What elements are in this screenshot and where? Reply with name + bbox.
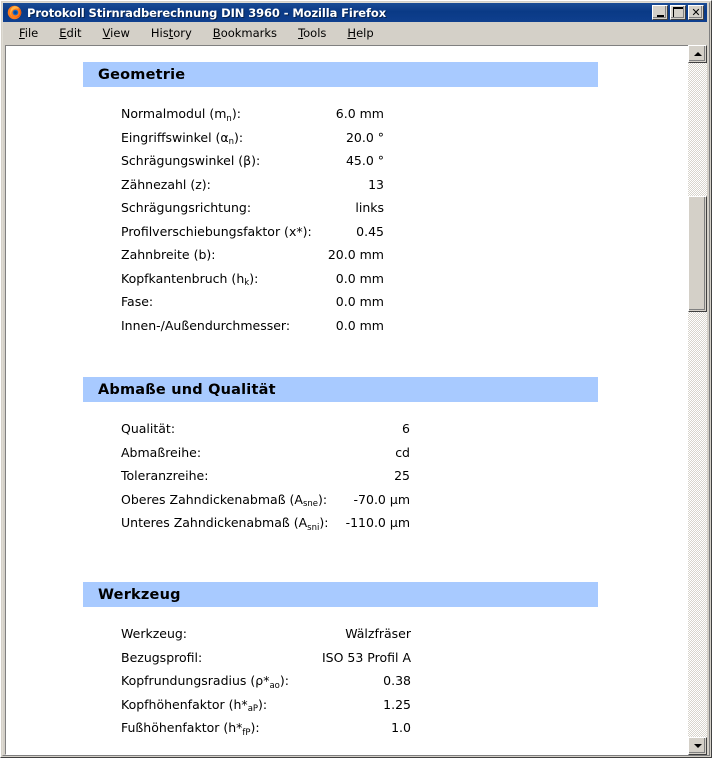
parameter-value: 25 — [394, 468, 410, 483]
section-header-abmasse: Abmaße und Qualität — [83, 377, 598, 402]
window-title: Protokoll Stirnradberechnung DIN 3960 - … — [27, 5, 387, 20]
scrollbar-thumb[interactable] — [688, 196, 707, 312]
parameter-value: 6 — [402, 421, 410, 436]
parameter-row: Normalmodul (mn): 6.0 mm — [6, 106, 688, 130]
parameter-label: Zähnezahl (z): — [121, 176, 211, 192]
parameter-value: 0.0 mm — [335, 294, 384, 309]
parameter-row: Zähnezahl (z): 13 — [6, 177, 688, 201]
parameter-value: 0.45 — [356, 223, 384, 239]
menu-item-file[interactable]: File — [19, 26, 38, 40]
parameter-value: Wälzfräser — [345, 626, 411, 641]
parameter-row: Bezugsprofil: ISO 53 Profil A — [6, 650, 688, 674]
parameter-value: 0.0 mm — [335, 270, 384, 286]
section-rows-werkzeug: Werkzeug: Wälzfräser Bezugsprofil: ISO 53 P… — [6, 626, 688, 744]
minimize-icon — [653, 6, 667, 19]
section-rows-geometrie: Normalmodul (mn): 6.0 mm Eingriffswinkel (… — [6, 106, 688, 341]
parameter-row: Schrägungsrichtung: links — [6, 200, 688, 224]
parameter-label: Kopfhöhenfaktor (h*aP): — [121, 696, 268, 715]
parameter-row: Kopfkantenbruch (hk): 0.0 mm — [6, 271, 688, 295]
parameter-label: Eingriffswinkel (αn): — [121, 129, 244, 148]
parameter-value: 20.0 ° — [345, 129, 384, 145]
parameter-row: Fase: 0.0 mm — [6, 294, 688, 318]
parameter-row: Kopfrundungsradius (ρ*ao): 0.38 — [6, 673, 688, 697]
parameter-row: Kopfhöhenfaktor (h*aP): 1.25 — [6, 697, 688, 721]
parameter-row: Abmaßreihe: cd — [6, 445, 688, 469]
parameter-value: 1.25 — [383, 696, 411, 712]
parameter-value: 45.0 ° — [345, 153, 384, 168]
parameter-label: Fase: — [121, 294, 154, 309]
parameter-value: ISO 53 Profil A — [321, 649, 411, 665]
parameter-row: Oberes Zahndickenabmaß (Asne): -70.0 µm — [6, 492, 688, 516]
parameter-value: 13 — [368, 176, 384, 192]
menu-item-edit[interactable]: Edit — [59, 26, 81, 40]
close-button[interactable]: ✕ — [688, 5, 704, 20]
parameter-value: -110.0 µm — [345, 515, 410, 530]
section-header-werkzeug: Werkzeug — [83, 582, 598, 607]
title-bar[interactable]: Protokoll Stirnradberechnung DIN 3960 - … — [3, 3, 707, 22]
section-rows-abmasse: Qualität: 6 Abmaßreihe: cd Toleranzreihe: 25 O… — [6, 421, 688, 539]
menu-item-history[interactable]: History — [151, 26, 192, 40]
parameter-label: Toleranzreihe: — [121, 468, 209, 483]
parameter-row: Qualität: 6 — [6, 421, 688, 445]
parameter-label: Normalmodul (mn): — [121, 106, 241, 124]
parameter-label: Kopfkantenbruch (hk): — [121, 270, 259, 289]
parameter-row: Werkzeug: Wälzfräser — [6, 626, 688, 650]
vertical-scrollbar[interactable] — [688, 45, 707, 755]
parameter-label: Bezugsprofil: — [121, 649, 203, 665]
report-page: Geometrie Normalmodul (mn): 6.0 mm Eingriff… — [6, 46, 688, 754]
parameter-value: -70.0 µm — [353, 491, 410, 507]
parameter-value: 0.38 — [383, 673, 411, 688]
parameter-row: Zahnbreite (b): 20.0 mm — [6, 247, 688, 271]
browser-window: Protokoll Stirnradberechnung DIN 3960 - … — [0, 0, 712, 758]
menu-bar: File Edit View History Bookmarks Tools Help — [3, 22, 707, 44]
parameter-label: Kopfrundungsradius (ρ*ao): — [121, 673, 289, 691]
menu-item-bookmarks[interactable]: Bookmarks — [213, 26, 277, 40]
maximize-button[interactable] — [670, 5, 686, 20]
scroll-up-button[interactable] — [688, 45, 707, 63]
parameter-value: 20.0 mm — [327, 247, 384, 262]
section-header-geometrie: Geometrie — [83, 62, 598, 87]
scroll-down-button[interactable] — [688, 737, 707, 755]
parameter-row: Fußhöhenfaktor (h*fP): 1.0 — [6, 720, 688, 744]
parameter-label: Schrägungsrichtung: — [121, 200, 252, 215]
parameter-row: Innen-/Außendurchmesser: 0.0 mm — [6, 318, 688, 342]
parameter-row: Profilverschiebungsfaktor (x*): 0.45 — [6, 224, 688, 248]
browser-viewport: Geometrie Normalmodul (mn): 6.0 mm Eingriff… — [5, 45, 707, 755]
arrow-down-icon — [693, 744, 702, 748]
parameter-row: Toleranzreihe: 25 — [6, 468, 688, 492]
section-title: Geometrie — [98, 66, 186, 83]
parameter-label: Fußhöhenfaktor (h*fP): — [121, 720, 260, 738]
minimize-button[interactable] — [652, 5, 668, 20]
parameter-value: links — [355, 200, 384, 215]
firefox-icon — [7, 5, 22, 20]
parameter-label: Zahnbreite (b): — [121, 247, 216, 262]
maximize-icon — [671, 6, 685, 19]
section-title: Werkzeug — [98, 586, 181, 603]
parameter-value: 6.0 mm — [335, 106, 384, 121]
arrow-up-icon — [693, 52, 702, 56]
parameter-label: Schrägungswinkel (β): — [121, 153, 261, 168]
parameter-row: Eingriffswinkel (αn): 20.0 ° — [6, 130, 688, 154]
menu-item-tools[interactable]: Tools — [298, 26, 326, 40]
parameter-label: Abmaßreihe: — [121, 444, 202, 460]
menu-item-view[interactable]: View — [103, 26, 130, 40]
menu-item-help[interactable]: Help — [347, 26, 373, 40]
window-controls: ✕ — [652, 5, 705, 20]
parameter-value: 1.0 — [391, 720, 411, 735]
section-title: Abmaße und Qualität — [98, 381, 276, 398]
parameter-value: 0.0 mm — [335, 317, 384, 333]
parameter-row: Unteres Zahndickenabmaß (Asni): -110.0 µm — [6, 515, 688, 539]
parameter-label: Werkzeug: — [121, 626, 188, 641]
close-icon: ✕ — [691, 6, 701, 19]
parameter-value: cd — [395, 444, 410, 460]
parameter-label: Qualität: — [121, 421, 176, 436]
parameter-row: Schrägungswinkel (β): 45.0 ° — [6, 153, 688, 177]
